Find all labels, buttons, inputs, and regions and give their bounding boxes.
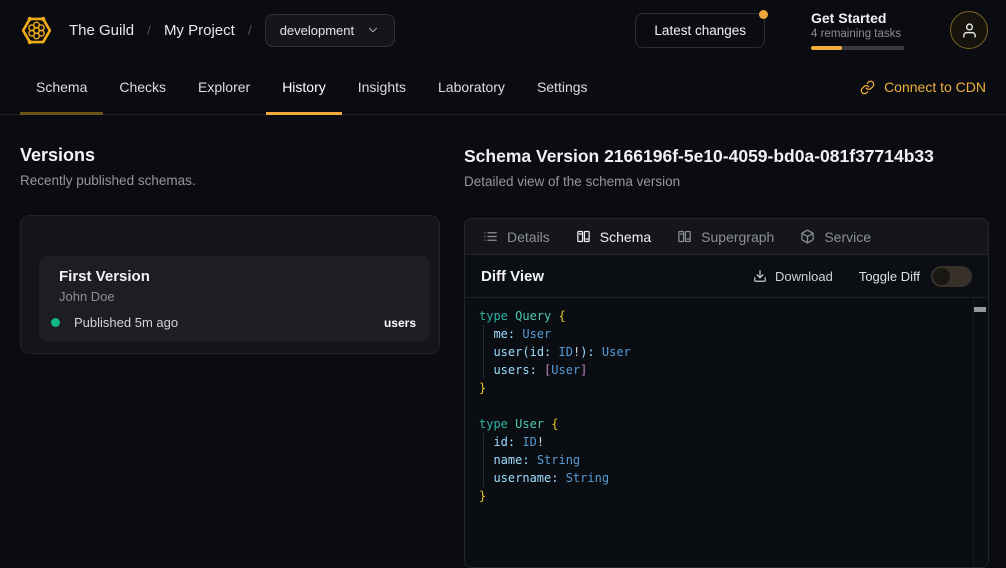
list-icon	[483, 229, 498, 244]
target-dropdown-value: development	[280, 23, 354, 38]
get-started-subtitle: 4 remaining tasks	[811, 28, 904, 40]
tab-label: Details	[507, 229, 550, 245]
version-name: First Version	[59, 268, 416, 285]
code-line: me: User	[479, 325, 968, 343]
nav-tab-laboratory[interactable]: Laboratory	[422, 60, 521, 114]
person-icon	[961, 22, 978, 39]
get-started-widget[interactable]: Get Started 4 remaining tasks	[811, 10, 904, 50]
download-icon	[753, 269, 767, 283]
tab-supergraph[interactable]: Supergraph	[677, 229, 774, 245]
breadcrumb-separator: /	[248, 22, 252, 38]
schema-version-title: Schema Version 2166196f-5e10-4059-bd0a-0…	[464, 146, 934, 167]
nav-tab-label: Explorer	[198, 79, 250, 95]
diff-toolbar: Diff View Download Toggle Diff	[465, 255, 988, 298]
diff-view-title: Diff View	[481, 268, 544, 285]
version-status: Published 5m ago	[74, 315, 178, 330]
nav-tab-insights[interactable]: Insights	[342, 60, 422, 114]
published-dot-icon	[51, 318, 60, 327]
versions-list-card: First Version John Doe Published 5m ago …	[20, 215, 440, 354]
breadcrumb-separator: /	[147, 22, 151, 38]
toggle-diff-group: Toggle Diff	[859, 266, 972, 287]
link-icon	[860, 80, 875, 95]
toggle-diff-switch[interactable]	[931, 266, 972, 287]
version-detail-panel: Details Schema Supergraph Service Diff V	[464, 218, 989, 568]
nav-tab-checks[interactable]: Checks	[103, 60, 182, 114]
diff-toolbar-actions: Download Toggle Diff	[753, 266, 972, 287]
tab-service[interactable]: Service	[800, 229, 871, 245]
download-label: Download	[775, 269, 833, 284]
target-dropdown[interactable]: development	[265, 14, 395, 47]
tab-label: Service	[824, 229, 871, 245]
get-started-title: Get Started	[811, 10, 904, 26]
get-started-progress-fill	[811, 46, 842, 50]
code-line: }	[479, 379, 968, 397]
code-line: type Query {	[479, 307, 968, 325]
code-line	[479, 397, 968, 415]
main-nav: Schema Checks Explorer History Insights …	[0, 60, 1006, 115]
tab-label: Schema	[600, 229, 651, 245]
columns-icon	[576, 229, 591, 244]
latest-changes-button[interactable]: Latest changes	[635, 13, 765, 48]
columns-icon	[677, 229, 692, 244]
schema-code[interactable]: type Query { me: User user(id: ID!): Use…	[465, 298, 988, 568]
code-line: user(id: ID!): User	[479, 343, 968, 361]
code-line: users: [User]	[479, 361, 968, 379]
code-line: type User {	[479, 415, 968, 433]
code-line: username: String	[479, 469, 968, 487]
tab-schema[interactable]: Schema	[576, 229, 651, 245]
code-line: id: ID!	[479, 433, 968, 451]
nav-tab-explorer[interactable]: Explorer	[182, 60, 266, 114]
tab-details[interactable]: Details	[483, 229, 550, 245]
cube-icon	[800, 229, 815, 244]
version-author: John Doe	[59, 289, 416, 304]
versions-title: Versions	[20, 145, 95, 166]
code-line: name: String	[479, 451, 968, 469]
download-button[interactable]: Download	[753, 269, 833, 284]
latest-changes-label: Latest changes	[654, 23, 746, 38]
toggle-knob	[933, 268, 950, 285]
nav-tab-history[interactable]: History	[266, 60, 342, 114]
version-list-item[interactable]: First Version John Doe Published 5m ago …	[39, 256, 430, 342]
toggle-diff-label: Toggle Diff	[859, 269, 920, 284]
get-started-progress-bar	[811, 46, 904, 50]
breadcrumb-project[interactable]: My Project	[164, 22, 235, 39]
nav-tab-schema[interactable]: Schema	[20, 60, 103, 114]
connect-to-cdn-label: Connect to CDN	[884, 79, 986, 95]
nav-tab-label: History	[282, 79, 326, 95]
nav-tab-label: Insights	[358, 79, 406, 95]
service-badge: users	[384, 316, 416, 330]
code-scrollbar-track	[973, 298, 974, 567]
version-detail-tabs: Details Schema Supergraph Service	[465, 219, 988, 255]
code-line: }	[479, 487, 968, 505]
tab-label: Supergraph	[701, 229, 774, 245]
top-header: The Guild / My Project / development Lat…	[0, 0, 1006, 60]
code-scrollbar-thumb[interactable]	[974, 307, 986, 312]
nav-tab-label: Checks	[119, 79, 166, 95]
versions-subtitle: Recently published schemas.	[20, 173, 196, 188]
breadcrumb-org[interactable]: The Guild	[69, 22, 134, 39]
nav-tab-label: Schema	[36, 79, 87, 95]
nav-tab-label: Settings	[537, 79, 588, 95]
connect-to-cdn-button[interactable]: Connect to CDN	[860, 60, 986, 114]
version-status-row: Published 5m ago users	[59, 315, 416, 330]
hive-logo-icon	[18, 12, 55, 49]
chevron-down-icon	[366, 23, 380, 37]
nav-tab-settings[interactable]: Settings	[521, 60, 604, 114]
schema-version-subtitle: Detailed view of the schema version	[464, 174, 680, 189]
nav-tab-label: Laboratory	[438, 79, 505, 95]
user-avatar[interactable]	[950, 11, 988, 49]
notification-dot-icon	[759, 10, 768, 19]
header-right-group: Latest changes Get Started 4 remaining t…	[635, 10, 988, 50]
